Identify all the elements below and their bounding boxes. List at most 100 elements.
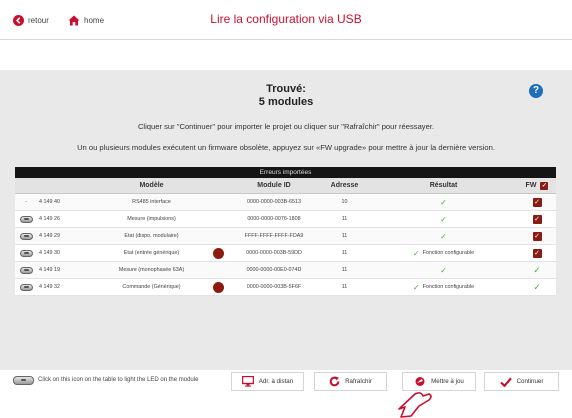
fw-upgrade-checkbox[interactable]: ✓ [532,248,542,258]
led-hint: Click on this icon on the table to light… [13,376,223,385]
result-cell: ✓ [369,211,518,227]
article-code: 4 149 29 [39,233,60,239]
firmware-upgrade-label: Mettre à jou [431,378,464,385]
led-cell [15,228,37,244]
led-toggle-button[interactable] [19,215,33,223]
led-toggle-button[interactable] [19,249,33,257]
result-status: ✓ [440,266,447,275]
ok-check-icon: ✓ [412,282,420,292]
table-row: 4 149 19 Mesure (monophasée 63A) 0000-0000… [15,262,556,279]
table-header: Modèle Module ID Adresse Résultat FW ✓ [15,178,556,194]
led-cell [15,211,37,227]
firmware-upgrade-button[interactable]: Mettre à jou [402,372,476,391]
article-code: 4 149 19 [39,267,60,273]
led-hint-text: Click on this icon on the table to light… [38,377,199,383]
module-address: 10 [341,199,348,205]
fw-cell: ✓ [518,279,556,295]
result-cell: ✓ [369,228,518,244]
result-cell: ✓ [369,194,518,210]
found-status: Trouvé: 5 modules [0,83,572,109]
ok-check-icon: ✓ [412,248,420,258]
model-cell: Mesure (impulsions) [75,211,228,227]
led-cell [15,262,37,278]
fw-ok-check-icon: ✓ [533,281,541,292]
result-text: Fonction configurable [422,250,475,256]
result-status: ✓ Fonction configurable [413,283,474,292]
model-name: Commande (Générique) [122,284,181,290]
footer-bar: Click on this icon on the table to light… [0,370,572,418]
fw-cell: ✓ [518,228,556,244]
remote-address-label: Adr. à distan [258,378,294,385]
header-fw: FW ✓ [518,178,556,193]
instruction-text: Cliquer sur "Continuer" pour importer le… [137,122,435,131]
table-row: 4 149 29 Etat (dispo. modulaire) FFFF-FFFF… [15,228,556,245]
model-cell: Commande (Générique) [75,279,228,295]
header-address: Adresse [330,182,359,189]
main-panel: Trouvé: 5 modules ? Cliquer sur "Continu… [0,70,572,370]
led-cell [15,245,37,261]
warning-icon [213,248,224,259]
fw-ok-check-icon: ✓ [533,264,541,275]
led-toggle-button[interactable] [19,283,33,291]
led-cell: - [15,194,37,210]
model-cell: Etat (dispo. modulaire) [75,228,228,244]
monitor-icon [241,376,254,387]
result-cell: ✓ Fonction configurable [369,279,518,295]
table-row: 4 149 30 Etat (entrée générique) 0000-0000… [15,245,556,262]
table-banner: Erreurs importées [15,167,556,178]
fw-upgrade-checkbox[interactable]: ✓ [532,231,542,241]
page-title: Lire la configuration via USB [210,12,362,26]
module-address: 11 [341,250,348,256]
table-body: - 4 149 40 RS485 interface 0000-0000-003B-6… [15,194,556,296]
module-address: 11 [341,284,348,290]
module-address: 11 [341,267,348,273]
led-cell [15,279,37,295]
table-row: - 4 149 40 RS485 interface 0000-0000-003B-6… [15,194,556,211]
article-code: 4 149 40 [39,199,60,205]
select-all-fw-checkbox[interactable]: ✓ [540,181,549,190]
fw-cell: ✓ [518,245,556,261]
led-placeholder: - [25,199,27,205]
result-cell: ✓ Fonction configurable [369,245,518,261]
model-name: RS485 interface [132,199,171,205]
header-code [37,178,75,193]
checkmark-icon [499,377,512,387]
model-cell: Mesure (monophasée 63A) [75,262,228,278]
modules-table: Erreurs importées Modèle Module ID Adres… [15,167,556,296]
module-address: 11 [341,233,348,239]
article-code: 4 149 26 [39,216,60,222]
module-id: 0000-0000-0076-1808 [247,216,301,222]
continue-button[interactable]: Continuer [484,372,559,391]
fw-upgrade-checkbox[interactable]: ✓ [532,214,542,224]
result-status: ✓ [440,198,447,207]
model-name: Mesure (monophasée 63A) [118,267,185,273]
module-id: 0000-0000-003B-59DD [246,250,302,256]
led-toggle-button[interactable] [19,266,33,274]
model-cell: Etat (entrée générique) [75,245,228,261]
module-id: FFFF-FFFF-FFFF-FDA9 [244,233,304,239]
result-status: ✓ [440,215,447,224]
help-icon[interactable]: ? [529,84,543,98]
model-name: Etat (dispo. modulaire) [124,233,179,239]
led-toggle-button[interactable] [19,232,33,240]
remote-address-button[interactable]: Adr. à distan [231,372,304,391]
result-cell: ✓ [369,262,518,278]
header-result: Résultat [429,182,458,189]
result-status: ✓ Fonction configurable [413,249,474,258]
module-address: 11 [341,216,348,222]
fw-cell: ✓ [518,262,556,278]
ok-check-icon: ✓ [440,197,447,207]
ok-check-icon: ✓ [440,231,447,241]
warning-icon [213,282,224,293]
table-row: 4 149 26 Mesure (impulsions) 0000-0000-007… [15,211,556,228]
led-icon [13,376,34,385]
continue-label: Continuer [516,378,544,385]
result-text: Fonction configurable [422,284,475,290]
refresh-button[interactable]: Rafraîchir [314,372,387,391]
found-label: Trouvé: [266,83,306,95]
ok-check-icon: ✓ [440,265,447,275]
top-bar: retour home Lire la configuration via US… [0,0,572,40]
refresh-label: Rafraîchir [345,378,372,385]
fw-upgrade-checkbox[interactable]: ✓ [532,197,542,207]
module-id: 0000-0000-00E0-074D [246,267,302,273]
